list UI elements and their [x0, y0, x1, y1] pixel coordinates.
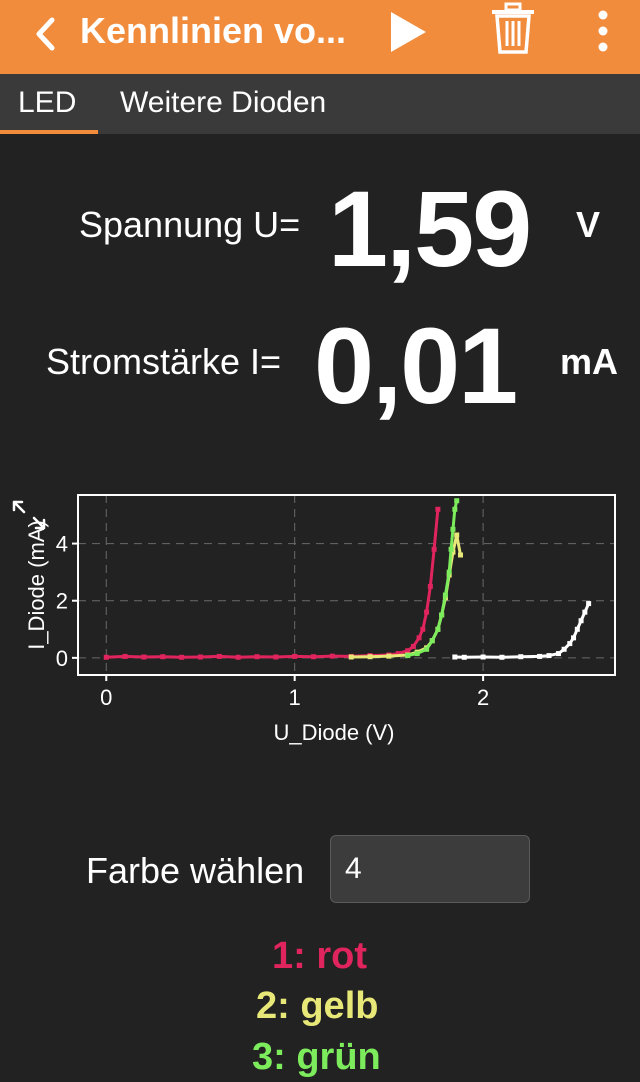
data-series-1 [103, 506, 441, 660]
voltage-unit: V [576, 204, 601, 245]
more-vertical-icon[interactable] [590, 10, 616, 52]
tab-led[interactable]: LED [18, 86, 76, 120]
color-option-gruen: 3: grün [252, 1036, 381, 1078]
series-segment [200, 654, 220, 659]
color-picker-input[interactable]: 4 [330, 835, 530, 903]
y-axis-label: I_Diode (mA) [24, 520, 49, 650]
plot-frame [77, 494, 616, 676]
series-segment [421, 611, 429, 630]
series-segment [106, 654, 126, 659]
data-series-4 [452, 601, 592, 660]
color-picker-label: Farbe wählen [86, 850, 305, 891]
page-title: Kennlinien vo... [80, 10, 347, 51]
y-tick-label: 0 [56, 646, 68, 671]
x-tick-label: 0 [100, 685, 112, 710]
series-segment [162, 655, 182, 659]
tab-indicator [0, 130, 98, 134]
y-tick-label: 4 [56, 532, 68, 557]
trash-icon[interactable] [490, 2, 536, 56]
series-segment [428, 549, 436, 587]
series-segment [432, 509, 440, 550]
chevron-left-icon[interactable] [30, 14, 60, 54]
series-segment [313, 654, 333, 659]
x-axis-label: U_Diode (V) [273, 720, 394, 745]
series-segment [449, 529, 455, 550]
series-segment [275, 654, 295, 659]
current-unit: mA [560, 341, 619, 382]
data-point [457, 552, 463, 558]
series-segment [238, 655, 258, 659]
voltage-label: Spannung U= [79, 204, 301, 245]
color-option-gelb: 2: gelb [256, 985, 379, 1027]
color-option-rot: 1: rot [272, 935, 367, 977]
series-segment [370, 654, 389, 659]
iv-characteristic-chart: 0 1 2 0 2 4 U_Diode (V) I_Diode (mA) [12, 494, 616, 745]
series-segment [451, 509, 457, 530]
current-value: 0,01 [314, 305, 518, 426]
series-segment [443, 571, 451, 596]
series-segment [425, 586, 432, 613]
series-segment [440, 594, 447, 616]
play-icon[interactable] [388, 10, 428, 54]
data-point [586, 601, 592, 607]
voltage-value: 1,59 [328, 168, 532, 289]
tab-bar: LED Weitere Dioden [0, 74, 640, 134]
series-segment [388, 653, 408, 658]
series-segment [501, 655, 521, 659]
series-segment [219, 654, 239, 659]
current-label: Stromstärke I= [46, 341, 282, 382]
series-segment [447, 549, 453, 573]
y-tick-label: 2 [56, 589, 68, 614]
data-point [454, 498, 460, 504]
series-segment [125, 654, 144, 659]
x-tick-label: 1 [289, 685, 301, 710]
series-segment [455, 534, 462, 556]
app-bar: Kennlinien vo... [0, 0, 640, 74]
x-tick-label: 2 [477, 685, 489, 710]
tab-weitere-dioden[interactable]: Weitere Dioden [120, 86, 326, 120]
data-point [435, 506, 441, 512]
